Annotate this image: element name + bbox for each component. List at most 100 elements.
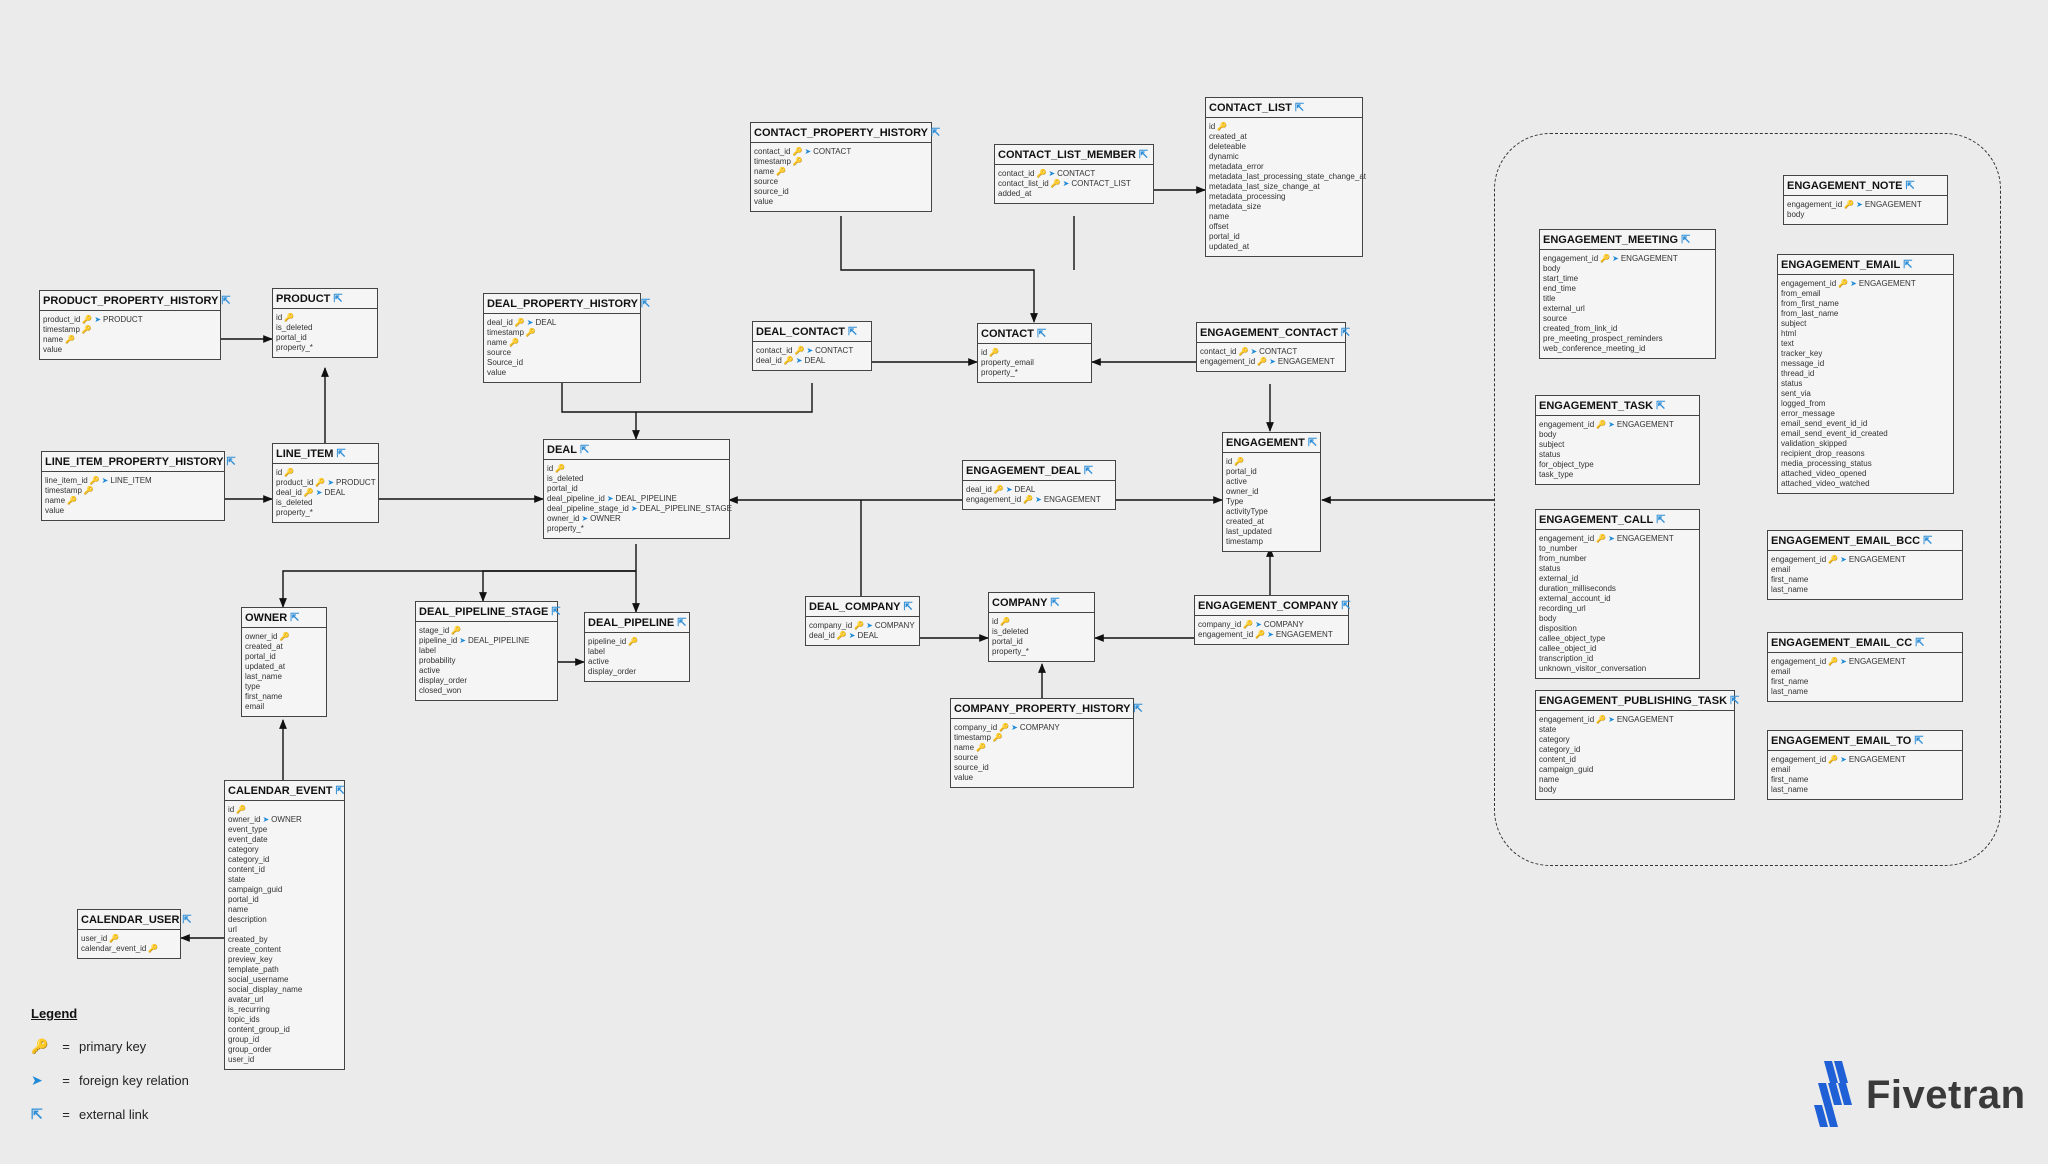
table-engagement-email[interactable]: ENGAGEMENT_EMAIL ⇱ engagement_id 🔑 ➤ ENGAGEME… <box>1777 254 1954 494</box>
table-product[interactable]: PRODUCT ⇱ id 🔑 is_deleted portal_id property_* <box>272 288 378 358</box>
external-link-icon[interactable]: ⇱ <box>1906 180 1915 192</box>
external-link-icon[interactable]: ⇱ <box>1050 597 1059 609</box>
arrow-right-icon: ➤ <box>1255 620 1262 629</box>
table-deal[interactable]: DEAL ⇱ id 🔑 is_deleted portal_id deal_pipeline… <box>543 439 732 539</box>
column-name: metadata_last_processing_state_change_at <box>1209 172 1366 181</box>
table-deal-contact[interactable]: DEAL_CONTACT ⇱ contact_id 🔑 ➤ CONTACT deal_id 🔑… <box>752 321 872 371</box>
table-deal-pipeline-stage[interactable]: DEAL_PIPELINE_STAGE ⇱ stage_id 🔑 pipeline_id… <box>415 601 561 701</box>
column-row: calendar_event_id 🔑 <box>81 944 177 954</box>
table-contact-list-member[interactable]: CONTACT_LIST_MEMBER ⇱ contact_id 🔑 ➤ CONTACT c… <box>994 144 1154 204</box>
column-row: value <box>954 773 1130 783</box>
table-contact-property-history[interactable]: CONTACT_PROPERTY_HISTORY ⇱ contact_id 🔑 ➤ CON… <box>750 122 940 212</box>
table-engagement-company[interactable]: ENGAGEMENT_COMPANY ⇱ company_id 🔑 ➤ COMPANY en… <box>1194 595 1351 645</box>
table-engagement-call[interactable]: ENGAGEMENT_CALL ⇱ engagement_id 🔑 ➤ ENGAGEMEN… <box>1535 509 1700 679</box>
table-engagement-contact[interactable]: ENGAGEMENT_CONTACT ⇱ contact_id 🔑 ➤ CONTACT en… <box>1196 322 1350 372</box>
column-row: deal_id 🔑 ➤ DEAL <box>756 356 868 366</box>
key-icon: 🔑 <box>1000 617 1011 626</box>
external-link-icon[interactable]: ⇱ <box>1915 637 1924 649</box>
external-link-icon[interactable]: ⇱ <box>848 326 857 338</box>
external-link-icon[interactable]: ⇱ <box>290 612 299 624</box>
table-engagement-deal[interactable]: ENGAGEMENT_DEAL ⇱ deal_id 🔑 ➤ DEAL engagement_… <box>962 460 1116 510</box>
column-name: id <box>992 617 999 626</box>
external-link-icon[interactable]: ⇱ <box>1341 600 1350 612</box>
column-row: id 🔑 <box>992 617 1091 627</box>
external-link-icon[interactable]: ⇱ <box>1295 102 1304 114</box>
table-deal-company[interactable]: DEAL_COMPANY ⇱ company_id 🔑 ➤ COMPANY deal_id 🔑… <box>805 596 920 646</box>
column-name: property_* <box>981 368 1018 377</box>
table-engagement-task[interactable]: ENGAGEMENT_TASK ⇱ engagement_id 🔑 ➤ ENGAGEMEN… <box>1535 395 1700 485</box>
column-row: status <box>1539 564 1696 574</box>
external-link-icon[interactable]: ⇱ <box>580 444 589 456</box>
table-title: ENGAGEMENT_EMAIL_BCC <box>1771 535 1921 547</box>
column-name: name <box>1209 212 1230 221</box>
external-link-icon[interactable]: ⇱ <box>182 914 191 926</box>
table-company[interactable]: COMPANY ⇱ id 🔑 is_deleted portal_id property_* <box>988 592 1095 662</box>
column-row: event_date <box>228 835 341 845</box>
external-link-icon[interactable]: ⇱ <box>1923 535 1932 547</box>
external-link-icon[interactable]: ⇱ <box>226 456 235 468</box>
column-row: value <box>754 197 928 207</box>
table-contact-list[interactable]: CONTACT_LIST ⇱ id 🔑 created_at deleteable dyna… <box>1205 97 1366 257</box>
column-row: from_first_name <box>1781 299 1950 309</box>
table-engagement-email-cc[interactable]: ENGAGEMENT_EMAIL_CC ⇱ engagement_id 🔑 ➤ ENGAG… <box>1767 632 1963 702</box>
external-link-icon[interactable]: ⇱ <box>333 293 342 305</box>
external-link-icon[interactable]: ⇱ <box>551 606 560 618</box>
table-line-item-property-history[interactable]: LINE_ITEM_PROPERTY_HISTORY ⇱ line_item_id 🔑… <box>41 451 236 521</box>
external-link-icon[interactable]: ⇱ <box>1730 695 1739 707</box>
table-engagement-email-to[interactable]: ENGAGEMENT_EMAIL_TO ⇱ engagement_id 🔑 ➤ ENGAG… <box>1767 730 1963 800</box>
external-link-icon[interactable]: ⇱ <box>931 127 940 139</box>
column-name: transcription_id <box>1539 654 1594 663</box>
external-link-icon[interactable]: ⇱ <box>1656 514 1665 526</box>
external-link-icon[interactable]: ⇱ <box>221 295 230 307</box>
table-company-property-history[interactable]: COMPANY_PROPERTY_HISTORY ⇱ company_id 🔑 ➤ COM… <box>950 698 1143 788</box>
key-icon: 🔑 <box>89 476 100 485</box>
external-link-icon[interactable]: ⇱ <box>1341 327 1350 339</box>
external-link-icon[interactable]: ⇱ <box>1681 234 1690 246</box>
column-name: event_date <box>228 835 268 844</box>
table-calendar-event[interactable]: CALENDAR_EVENT ⇱ id 🔑 owner_id ➤ OWNER event_ty… <box>224 780 345 1070</box>
external-link-icon[interactable]: ⇱ <box>1656 400 1665 412</box>
table-engagement-note[interactable]: ENGAGEMENT_NOTE ⇱ engagement_id 🔑 ➤ ENGAGEMEN… <box>1783 175 1948 225</box>
external-link-icon[interactable]: ⇱ <box>641 298 650 310</box>
column-row: engagement_id 🔑 ➤ ENGAGEMENT <box>966 495 1112 505</box>
external-link-icon[interactable]: ⇱ <box>1133 703 1142 715</box>
table-calendar-user[interactable]: CALENDAR_USER ⇱ user_id 🔑 calendar_event_id 🔑 <box>77 909 192 959</box>
external-link-icon[interactable]: ⇱ <box>336 448 345 460</box>
legend-equals: = <box>62 1072 70 1088</box>
table-header: DEAL_PROPERTY_HISTORY ⇱ <box>484 294 650 314</box>
table-engagement-meeting[interactable]: ENGAGEMENT_MEETING ⇱ engagement_id 🔑 ➤ ENGAGE… <box>1539 229 1716 359</box>
key-icon: 🔑 <box>1596 534 1607 543</box>
table-owner[interactable]: OWNER ⇱ owner_id 🔑 created_at portal_id update… <box>241 607 327 717</box>
column-name: html <box>1781 329 1797 338</box>
arrow-right-icon: ➤ <box>630 504 638 513</box>
column-name: to_number <box>1539 544 1578 553</box>
table-engagement[interactable]: ENGAGEMENT ⇱ id 🔑 portal_id active owner_id Typ… <box>1222 432 1321 552</box>
column-name: created_from_link_id <box>1543 324 1618 333</box>
external-link-icon[interactable]: ⇱ <box>1084 465 1093 477</box>
external-link-icon[interactable]: ⇱ <box>1037 328 1046 340</box>
table-engagement-publishing-task[interactable]: ENGAGEMENT_PUBLISHING_TASK ⇱ engagement_id… <box>1535 690 1739 800</box>
table-header: CALENDAR_EVENT ⇱ <box>225 781 345 801</box>
table-contact[interactable]: CONTACT ⇱ id 🔑 property_email property_* <box>977 323 1092 383</box>
column-name: name <box>754 167 775 176</box>
external-link-icon[interactable]: ⇱ <box>677 617 686 629</box>
external-link-icon[interactable]: ⇱ <box>1903 259 1912 271</box>
external-link-icon[interactable]: ⇱ <box>1308 437 1317 449</box>
external-link-icon[interactable]: ⇱ <box>336 785 345 797</box>
table-header: ENGAGEMENT_DEAL ⇱ <box>963 461 1115 481</box>
external-link-icon[interactable]: ⇱ <box>903 601 912 613</box>
table-line-item[interactable]: LINE_ITEM ⇱ id 🔑 product_id 🔑 ➤ PRODUCT deal_id 🔑… <box>272 443 379 523</box>
external-link-icon[interactable]: ⇱ <box>1139 149 1148 161</box>
column-name: contact_id <box>754 147 791 156</box>
column-name: name <box>43 335 64 344</box>
key-icon: 🔑 <box>1243 620 1254 629</box>
column-row: owner_id 🔑 <box>245 632 323 642</box>
arrow-right-icon: ➤ <box>1840 657 1847 666</box>
table-deal-pipeline[interactable]: DEAL_PIPELINE ⇱ pipeline_id 🔑 label active dis… <box>584 612 690 682</box>
table-product-property-history[interactable]: PRODUCT_PROPERTY_HISTORY ⇱ product_id 🔑 ➤ PRO… <box>39 290 231 360</box>
arrow-right-icon: ➤ <box>606 494 614 503</box>
column-row: end_time <box>1543 284 1712 294</box>
table-engagement-email-bcc[interactable]: ENGAGEMENT_EMAIL_BCC ⇱ engagement_id 🔑 ➤ ENGA… <box>1767 530 1963 600</box>
table-deal-property-history[interactable]: DEAL_PROPERTY_HISTORY ⇱ deal_id 🔑 ➤ DEAL times… <box>483 293 650 383</box>
external-link-icon[interactable]: ⇱ <box>1914 735 1923 747</box>
